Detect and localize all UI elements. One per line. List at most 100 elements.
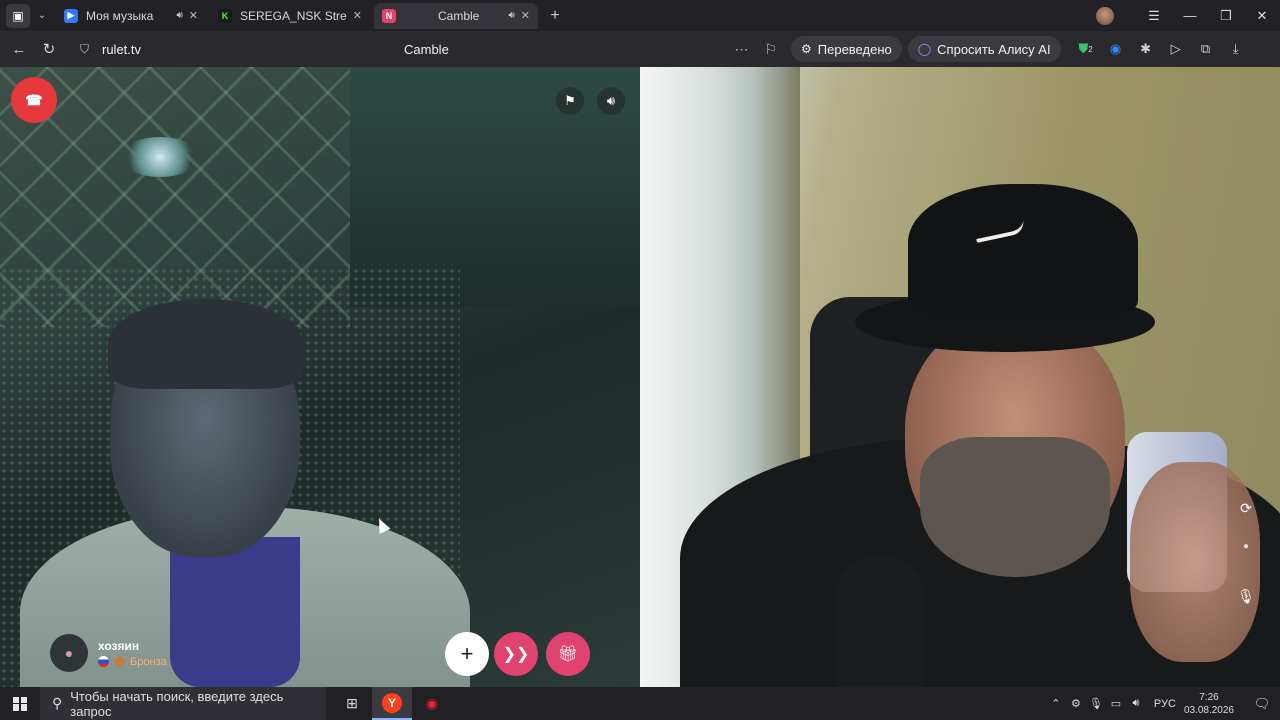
window-controls: ☰ — ❐ ✕ xyxy=(1096,0,1280,31)
translated-button[interactable]: ⚙︎ Переведено xyxy=(791,36,902,62)
task-view-icon[interactable]: ⊞ xyxy=(332,687,372,720)
partner-hair xyxy=(108,299,303,389)
next-button[interactable]: ❯❯ xyxy=(494,632,538,676)
user-rank: Бронза xyxy=(130,655,167,668)
taskbar: ⚲ Чтобы начать поиск, введите здесь запр… xyxy=(0,687,1280,720)
tabs-dropdown-icon[interactable]: ⌄ xyxy=(32,4,52,28)
search-icon: ⚲ xyxy=(52,695,63,711)
tab-title: Camble xyxy=(438,8,480,23)
translated-label: Переведено xyxy=(817,41,892,57)
clock-time: 7:26 xyxy=(1199,691,1219,703)
camera-rotate-icon: ⟳ xyxy=(1240,499,1252,516)
music-favicon-icon: ▶ xyxy=(64,8,78,23)
system-tray: ⌃ ⚙︎ 🎙︎ ▭ 🔊︎ РУС 7:26 03.08.2026 🗨︎ xyxy=(1046,687,1280,720)
hangup-button[interactable]: ☎︎ xyxy=(11,77,57,123)
partner-info[interactable]: ● хозяин Бронза xyxy=(50,633,167,673)
minimize-icon[interactable]: — xyxy=(1172,8,1208,23)
adblock-extension-icon[interactable]: ⛊ 2 xyxy=(1071,34,1101,64)
phone-hangup-icon: ☎︎ xyxy=(25,91,43,108)
url-domain: rulet.tv xyxy=(102,41,142,57)
camera-rotate-button[interactable]: ⟳ xyxy=(1235,497,1257,519)
downloads-icon[interactable]: ⤓ xyxy=(1221,34,1251,64)
settings-dot-button[interactable]: ● xyxy=(1235,535,1257,557)
record-icon: ◉ xyxy=(425,695,439,711)
network-status-icon[interactable]: ⚙︎ xyxy=(1066,697,1086,710)
url-field[interactable]: ⛉ rulet.tv Camble ⋯ ⚐ xyxy=(70,35,785,63)
tab-title: Моя музыка xyxy=(86,8,154,23)
ask-alice-button[interactable]: ◯ Спросить Алису AI xyxy=(907,36,1061,62)
tab-stream[interactable]: K SEREGA_NSK Stream - Wa ✕ xyxy=(210,3,370,29)
user-avatar-icon: ● xyxy=(50,634,88,672)
ceiling-lamp xyxy=(120,137,200,177)
dot-icon: ● xyxy=(1242,540,1250,552)
page-title: Camble xyxy=(404,41,449,57)
volume-button[interactable]: 🔊︎ xyxy=(597,87,625,115)
report-flag-icon: ⚑ xyxy=(564,93,576,108)
menu-icon[interactable]: ☰ xyxy=(1136,8,1172,24)
browser-menu-icon[interactable]: ▣ xyxy=(6,3,30,28)
bookmark-icon[interactable]: ⚐ xyxy=(764,41,777,58)
translate-icon: ⚙︎ xyxy=(801,42,812,56)
tray-overflow-icon[interactable]: ⌃ xyxy=(1046,697,1066,710)
next-chevrons-icon: ❯❯ xyxy=(502,646,530,663)
new-tab-button[interactable]: + xyxy=(544,5,566,27)
close-tab-icon[interactable]: ✕ xyxy=(353,9,362,22)
input-language[interactable]: РУС xyxy=(1154,698,1176,710)
notifications-icon[interactable]: 🗨︎ xyxy=(1244,696,1280,712)
more-dots-icon[interactable]: ⋯ xyxy=(734,41,748,58)
hand xyxy=(1130,462,1260,662)
yandex-icon: Y xyxy=(382,692,402,713)
studio-microphone xyxy=(835,557,925,687)
reload-icon[interactable]: ↻ xyxy=(34,34,64,64)
bucket-hat xyxy=(908,184,1138,314)
wifi-icon[interactable]: ▭ xyxy=(1106,697,1126,710)
clock-date: 03.08.2026 xyxy=(1183,704,1234,716)
gift-button[interactable]: 🎁︎ xyxy=(546,632,590,676)
volume-icon: 🔊︎ xyxy=(606,93,616,108)
recorder-taskbar-button[interactable]: ◉ xyxy=(412,687,452,720)
add-friend-button[interactable]: + xyxy=(445,632,489,676)
clock[interactable]: 7:26 03.08.2026 xyxy=(1184,691,1234,717)
kick-favicon-icon: K xyxy=(218,8,232,23)
tab-camble[interactable]: N Camble 🔊︎ ✕ xyxy=(374,2,538,29)
ask-alice-label: Спросить Алису AI xyxy=(937,41,1051,57)
windows-logo-icon xyxy=(13,696,27,711)
tab-title: SEREGA_NSK Stream - Wa xyxy=(240,8,347,23)
start-button[interactable] xyxy=(0,687,40,720)
taskbar-search[interactable]: ⚲ Чтобы начать поиск, введите здесь запр… xyxy=(40,687,326,720)
microphone-button[interactable]: 🎙︎ xyxy=(1235,585,1257,607)
restore-icon[interactable]: ❐ xyxy=(1208,8,1244,24)
shazam-extension-icon[interactable]: ◉ xyxy=(1101,34,1131,64)
self-video xyxy=(640,67,1280,687)
camble-favicon-icon: N xyxy=(382,8,396,23)
username: хозяин xyxy=(98,638,140,653)
mic-tray-icon[interactable]: 🎙︎ xyxy=(1086,697,1106,710)
partner-shirt xyxy=(170,537,300,687)
browser-window: ▣ ⌄ ▶ Моя музыка 🔊︎ ✕ K SEREGA_NSK Strea… xyxy=(0,0,1280,720)
self-beard xyxy=(920,437,1110,577)
alice-icon: ◯ xyxy=(917,42,932,56)
back-icon[interactable]: ← xyxy=(4,34,34,64)
plus-icon: + xyxy=(460,641,474,666)
speaker-tray-icon[interactable]: 🔊︎ xyxy=(1126,697,1146,710)
search-placeholder: Чтобы начать поиск, введите здесь запрос xyxy=(70,688,284,719)
extensions-icon[interactable]: ✱ xyxy=(1131,34,1161,64)
shield-icon[interactable]: ⛉ xyxy=(80,42,94,56)
collections-icon[interactable]: ⧉ xyxy=(1191,34,1221,64)
speaker-icon[interactable]: 🔊︎ xyxy=(176,10,182,21)
media-icon[interactable]: ▷ xyxy=(1161,34,1191,64)
profile-avatar[interactable] xyxy=(1096,6,1114,25)
speaker-icon[interactable]: 🔊︎ xyxy=(508,10,514,21)
close-window-icon[interactable]: ✕ xyxy=(1244,8,1280,24)
extension-badge: 2 xyxy=(1088,44,1093,54)
microphone-icon: 🎙︎ xyxy=(1237,587,1255,604)
report-button[interactable]: ⚑ xyxy=(556,87,584,115)
close-tab-icon[interactable]: ✕ xyxy=(189,9,198,22)
gift-icon: 🎁︎ xyxy=(557,646,579,663)
address-bar: ← ↻ ⛉ rulet.tv Camble ⋯ ⚐ ⚙︎ Переведено … xyxy=(0,31,1280,67)
tab-music[interactable]: ▶ Моя музыка 🔊︎ ✕ xyxy=(56,3,206,29)
yandex-browser-taskbar-button[interactable]: Y xyxy=(372,687,412,720)
rank-icon xyxy=(113,655,126,668)
close-tab-icon[interactable]: ✕ xyxy=(521,9,530,22)
partner-video xyxy=(0,67,640,687)
